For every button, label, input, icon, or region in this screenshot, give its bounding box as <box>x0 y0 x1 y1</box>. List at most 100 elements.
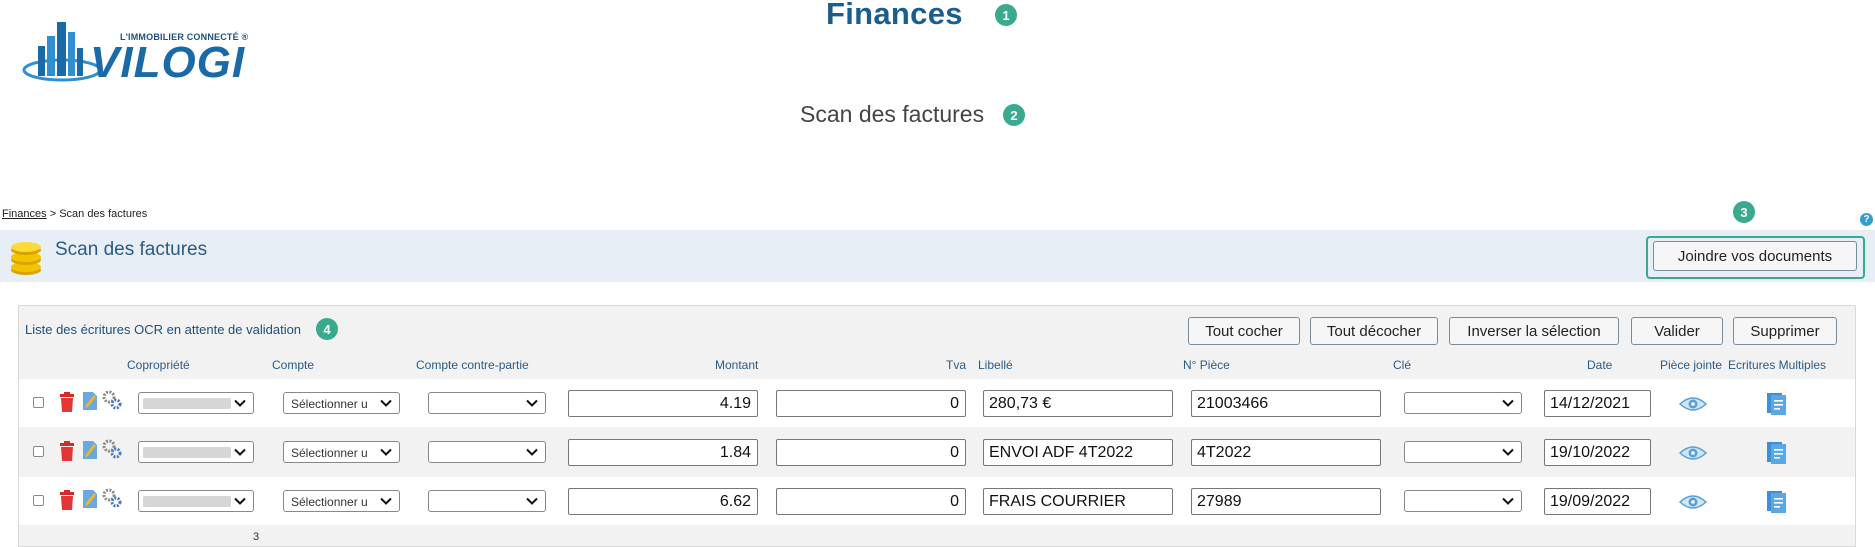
date-input[interactable]: 14/12/2021 <box>1544 390 1651 417</box>
montant-value: 6.62 <box>719 493 751 510</box>
copropriete-select[interactable] <box>138 441 254 463</box>
chevron-down-icon <box>526 448 538 456</box>
tva-input[interactable]: 0 <box>776 390 966 417</box>
page-subtitle: Scan des factures <box>800 101 985 127</box>
redacted-value <box>143 447 231 458</box>
montant-input[interactable]: 1.84 <box>568 439 758 466</box>
annotation-badge-4: 4 <box>316 318 338 340</box>
compte-contre-partie-select[interactable] <box>428 441 546 463</box>
delete-button[interactable]: Supprimer <box>1733 317 1837 345</box>
redacted-value <box>143 496 231 507</box>
join-documents-button[interactable]: Joindre vos documents <box>1653 241 1857 271</box>
edit-icon[interactable] <box>82 489 98 509</box>
section-heading: Scan des factures <box>55 239 208 260</box>
col-header-libelle: Libellé <box>978 358 1013 372</box>
chevron-down-icon <box>234 448 246 456</box>
help-icon[interactable]: ? <box>1860 213 1873 226</box>
col-header-date: Date <box>1587 358 1613 372</box>
invert-selection-button[interactable]: Inverser la sélection <box>1449 317 1619 345</box>
col-header-piece-jointe: Pièce jointe <box>1660 358 1723 372</box>
copropriete-select[interactable] <box>138 392 254 414</box>
breadcrumb: Finances > Scan des factures <box>2 208 147 220</box>
compte-select-value: Sélectionner u <box>291 495 368 509</box>
compte-select[interactable]: Sélectionner u <box>283 490 400 512</box>
gears-icon[interactable] <box>101 389 123 411</box>
chevron-down-icon <box>234 497 246 505</box>
col-header-montant: Montant <box>715 358 759 372</box>
cle-select[interactable] <box>1404 490 1522 512</box>
libelle-input[interactable]: ENVOI ADF 4T2022 <box>983 439 1173 466</box>
numero-piece-value: 27989 <box>1197 493 1242 510</box>
libelle-value: ENVOI ADF 4T2022 <box>989 444 1134 461</box>
compte-contre-partie-select[interactable] <box>428 392 546 414</box>
eye-icon[interactable] <box>1679 444 1707 462</box>
tva-value: 0 <box>950 395 959 412</box>
col-header-copropriete: Copropriété <box>127 358 190 372</box>
col-header-compte-contre-partie: Compte contre-partie <box>416 358 529 372</box>
tva-input[interactable]: 0 <box>776 439 966 466</box>
date-input[interactable]: 19/09/2022 <box>1544 488 1651 515</box>
col-header-numero-piece: N° Pièce <box>1183 358 1230 372</box>
validate-button[interactable]: Valider <box>1631 317 1723 345</box>
document-icon[interactable] <box>1766 490 1788 514</box>
compte-select[interactable]: Sélectionner u <box>283 392 400 414</box>
chevron-down-icon <box>380 448 392 456</box>
annotation-badge-1: 1 <box>995 4 1017 26</box>
libelle-value: FRAIS COURRIER <box>989 493 1126 510</box>
montant-value: 1.84 <box>719 444 751 461</box>
chevron-down-icon <box>1502 448 1514 456</box>
col-header-compte: Compte <box>272 358 315 372</box>
montant-input[interactable]: 6.62 <box>568 488 758 515</box>
redacted-value <box>143 398 231 409</box>
libelle-input[interactable]: FRAIS COURRIER <box>983 488 1173 515</box>
compte-select-value: Sélectionner u <box>291 446 368 460</box>
compte-select[interactable]: Sélectionner u <box>283 441 400 463</box>
chevron-down-icon <box>1502 497 1514 505</box>
compte-select-value: Sélectionner u <box>291 397 368 411</box>
libelle-value: 280,73 € <box>989 395 1052 412</box>
document-icon[interactable] <box>1766 441 1788 465</box>
chevron-down-icon <box>380 399 392 407</box>
col-header-tva: Tva <box>946 358 967 372</box>
annotation-badge-3: 3 <box>1733 201 1755 223</box>
compte-contre-partie-select[interactable] <box>428 490 546 512</box>
montant-value: 4.19 <box>719 395 751 412</box>
cle-select[interactable] <box>1404 392 1522 414</box>
row-checkbox[interactable] <box>33 397 44 408</box>
uncheck-all-button[interactable]: Tout décocher <box>1310 317 1438 345</box>
numero-piece-value: 4T2022 <box>1197 444 1252 461</box>
date-value: 19/10/2022 <box>1550 444 1631 461</box>
col-header-ecritures-multiples: Ecritures Multiples <box>1728 358 1827 372</box>
eye-icon[interactable] <box>1679 395 1707 413</box>
annotation-badge-2: 2 <box>1003 104 1025 126</box>
edit-icon[interactable] <box>82 440 98 460</box>
cle-select[interactable] <box>1404 441 1522 463</box>
trash-icon[interactable] <box>59 392 75 412</box>
row-checkbox[interactable] <box>33 495 44 506</box>
edit-icon[interactable] <box>82 391 98 411</box>
gears-icon[interactable] <box>101 438 123 460</box>
panel-title: Liste des écritures OCR en attente de va… <box>25 322 302 337</box>
gears-icon[interactable] <box>101 487 123 509</box>
document-icon[interactable] <box>1766 392 1788 416</box>
numero-piece-input[interactable]: 27989 <box>1191 488 1381 515</box>
eye-icon[interactable] <box>1679 493 1707 511</box>
numero-piece-input[interactable]: 4T2022 <box>1191 439 1381 466</box>
numero-piece-value: 21003466 <box>1197 395 1269 412</box>
check-all-button[interactable]: Tout cocher <box>1188 317 1300 345</box>
coins-icon <box>11 242 41 275</box>
tva-input[interactable]: 0 <box>776 488 966 515</box>
logo-wordmark: VILOGI <box>90 38 246 87</box>
date-value: 19/09/2022 <box>1550 493 1631 510</box>
copropriete-select[interactable] <box>138 490 254 512</box>
row-count: 3 <box>253 531 260 543</box>
montant-input[interactable]: 4.19 <box>568 390 758 417</box>
row-checkbox[interactable] <box>33 446 44 457</box>
chevron-down-icon <box>1502 399 1514 407</box>
numero-piece-input[interactable]: 21003466 <box>1191 390 1381 417</box>
libelle-input[interactable]: 280,73 € <box>983 390 1173 417</box>
trash-icon[interactable] <box>59 490 75 510</box>
trash-icon[interactable] <box>59 441 75 461</box>
breadcrumb-link-finances[interactable]: Finances <box>2 208 47 220</box>
date-input[interactable]: 19/10/2022 <box>1544 439 1651 466</box>
